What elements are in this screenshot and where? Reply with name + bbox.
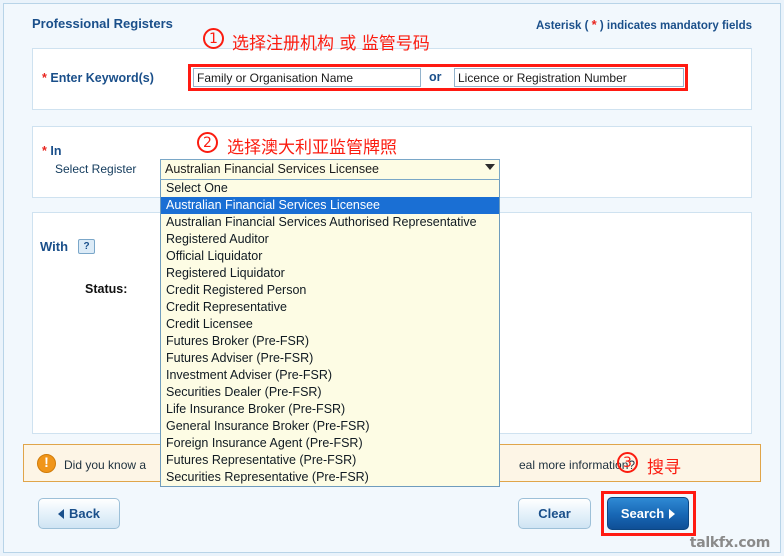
- app-page: Professional Registers Asterisk ( * ) in…: [0, 0, 784, 556]
- in-label-text: In: [50, 144, 61, 158]
- search-button[interactable]: Search: [607, 497, 689, 530]
- status-label: Status:: [85, 282, 127, 296]
- register-option[interactable]: General Insurance Broker (Pre-FSR): [161, 418, 499, 435]
- enter-keywords-label-text: Enter Keyword(s): [50, 71, 154, 85]
- required-asterisk-icon: *: [42, 144, 47, 158]
- family-or-organisation-name-input[interactable]: [193, 68, 421, 87]
- or-label: or: [429, 70, 442, 84]
- register-option[interactable]: Australian Financial Services Authorised…: [161, 214, 499, 231]
- page-title: Professional Registers: [32, 16, 173, 31]
- register-option[interactable]: Registered Auditor: [161, 231, 499, 248]
- register-option[interactable]: Securities Dealer (Pre-FSR): [161, 384, 499, 401]
- search-button-label: Search: [621, 506, 664, 521]
- arrow-left-icon: [58, 509, 64, 519]
- mandatory-note-before: Asterisk (: [536, 20, 588, 32]
- asterisk-icon: *: [592, 17, 597, 32]
- annotation-text-1: 选择注册机构 或 监管号码: [232, 29, 430, 54]
- register-option[interactable]: Futures Adviser (Pre-FSR): [161, 350, 499, 367]
- select-register-label: Select Register: [55, 162, 136, 176]
- warning-exclamation-icon: [37, 454, 56, 473]
- register-option[interactable]: Credit Licensee: [161, 316, 499, 333]
- back-button[interactable]: Back: [38, 498, 120, 529]
- register-option[interactable]: Futures Broker (Pre-FSR): [161, 333, 499, 350]
- notice-text-head: Did you know a: [64, 458, 146, 472]
- chevron-down-icon: [485, 164, 495, 170]
- annotation-marker-2: 2: [197, 132, 218, 153]
- register-option[interactable]: Futures Representative (Pre-FSR): [161, 452, 499, 469]
- annotation-marker-1: 1: [203, 28, 224, 49]
- register-select[interactable]: Australian Financial Services Licensee: [160, 159, 500, 180]
- register-option[interactable]: Credit Registered Person: [161, 282, 499, 299]
- register-select-value: Australian Financial Services Licensee: [165, 162, 379, 176]
- enter-keywords-label: * Enter Keyword(s): [42, 71, 154, 85]
- licence-or-registration-number-input[interactable]: [454, 68, 684, 87]
- register-option[interactable]: Official Liquidator: [161, 248, 499, 265]
- back-button-label: Back: [69, 506, 100, 521]
- mandatory-note-after: ) indicates mandatory fields: [600, 20, 752, 32]
- mandatory-fields-note: Asterisk ( * ) indicates mandatory field…: [536, 17, 752, 32]
- clear-button[interactable]: Clear: [518, 498, 591, 529]
- annotation-text-2: 选择澳大利亚监管牌照: [227, 133, 397, 158]
- register-option[interactable]: Life Insurance Broker (Pre-FSR): [161, 401, 499, 418]
- clear-button-label: Clear: [538, 506, 571, 521]
- register-option[interactable]: Registered Liquidator: [161, 265, 499, 282]
- register-option[interactable]: Credit Representative: [161, 299, 499, 316]
- help-question-icon[interactable]: ?: [78, 239, 95, 254]
- with-label: With: [40, 239, 68, 254]
- watermark: talkfx.com: [690, 535, 770, 551]
- in-label: * In: [42, 144, 61, 158]
- register-option[interactable]: Investment Adviser (Pre-FSR): [161, 367, 499, 384]
- required-asterisk-icon: *: [42, 71, 47, 85]
- register-option-list[interactable]: Select OneAustralian Financial Services …: [160, 180, 500, 487]
- register-option[interactable]: Securities Representative (Pre-FSR): [161, 469, 499, 486]
- register-option[interactable]: Foreign Insurance Agent (Pre-FSR): [161, 435, 499, 452]
- register-option[interactable]: Australian Financial Services Licensee: [161, 197, 499, 214]
- annotation-marker-3: 3: [617, 452, 638, 473]
- register-option[interactable]: Select One: [161, 180, 499, 197]
- annotation-text-3: 搜寻: [647, 453, 681, 478]
- arrow-right-icon: [669, 509, 675, 519]
